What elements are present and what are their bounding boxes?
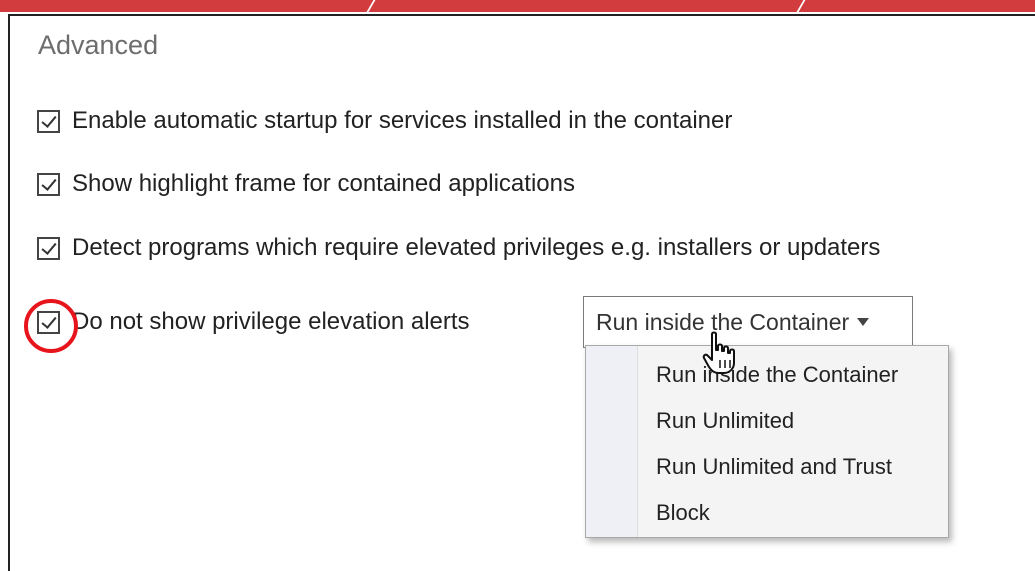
- dropdown-item-run-unlimited[interactable]: Run Unlimited: [656, 408, 794, 434]
- elevation-action-dropdown: Run inside the Container Run Unlimited R…: [585, 345, 949, 538]
- header-divider: [366, 0, 376, 12]
- option-no-elevation-alerts[interactable]: Do not show privilege elevation alerts: [37, 307, 470, 337]
- dropdown-item-block[interactable]: Block: [656, 500, 710, 526]
- option-label: Do not show privilege elevation alerts: [72, 308, 470, 335]
- header-divider: [796, 0, 806, 12]
- option-label: Enable automatic startup for services in…: [72, 107, 733, 134]
- auto-startup-checkbox[interactable]: [37, 109, 60, 133]
- dropdown-item-run-unlimited-trust[interactable]: Run Unlimited and Trust: [656, 454, 892, 480]
- option-label: Show highlight frame for contained appli…: [72, 170, 575, 197]
- hand-pointer-icon: [702, 331, 735, 374]
- detect-elevated-checkbox[interactable]: [37, 236, 60, 260]
- chevron-down-icon[interactable]: [857, 318, 870, 326]
- advanced-settings-screen: Advanced Enable automatic startup for se…: [0, 0, 1035, 571]
- option-auto-startup[interactable]: Enable automatic startup for services in…: [37, 106, 732, 136]
- dropdown-gutter: [586, 346, 638, 537]
- elevation-action-select[interactable]: Run inside the Container: [583, 296, 913, 348]
- window-header-strip: [0, 0, 1035, 12]
- option-label: Detect programs which require elevated p…: [72, 234, 881, 261]
- option-detect-elevated[interactable]: Detect programs which require elevated p…: [37, 233, 880, 263]
- dropdown-item-run-inside[interactable]: Run inside the Container: [656, 362, 898, 388]
- highlight-frame-checkbox[interactable]: [37, 172, 60, 196]
- checkbox-highlight-circle: [24, 299, 78, 353]
- section-title: Advanced: [38, 30, 159, 60]
- option-highlight-frame[interactable]: Show highlight frame for contained appli…: [37, 169, 575, 199]
